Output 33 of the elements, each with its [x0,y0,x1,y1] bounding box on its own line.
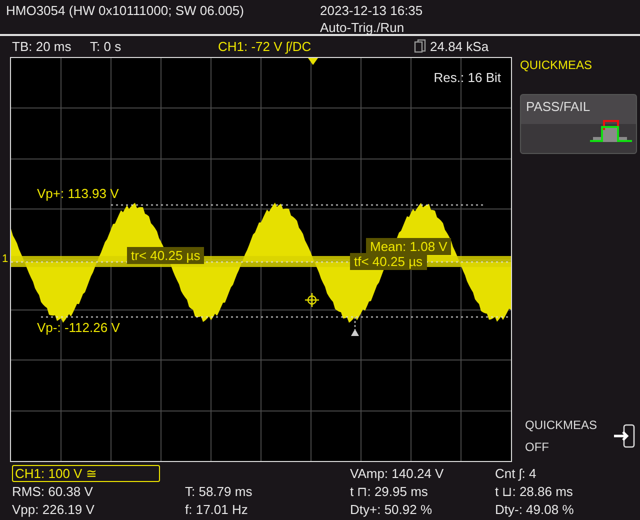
device-model: HMO3054 (HW 0x10111000; SW 06.005) [6,3,245,20]
trigger-time: T: 0 s [90,38,122,54]
measurement-value: t ⊓: 29.95 ms [350,484,429,498]
exit-icon [613,424,635,448]
trigger-position-icon [308,58,318,65]
peak-positive-label: Vp+: 113.93 V [37,186,119,201]
channel-scale: CH1: 100 V ≅ [12,464,160,482]
cursor-marker-icon [351,329,359,336]
sample-rate: 24.84 kSa [430,38,489,54]
resolution-label: Res.: 16 Bit [434,70,501,85]
date-time: 2023-12-13 16:35 [320,3,423,18]
measurement-value: Cnt ʃ: 4 [495,466,538,480]
mean-label: Mean: 1.08 V [366,238,452,255]
trigger-mode: Auto-Trig./Run [320,20,406,35]
peak-negative-label: Vp-: -112.26 V [37,320,120,335]
menu-title: QUICKMEAS [520,58,594,72]
measurement-value: Dty-: 49.08 % [495,502,575,516]
quickmeas-off-softkey[interactable]: QUICKMEAS OFF [520,418,638,454]
measurement-value: Dty+: 50.92 % [350,502,434,516]
measurement-value: Vpp: 226.19 V [12,502,96,516]
fall-time-label: tf< 40.25 µs [350,253,427,270]
timebase: TB: 20 ms [12,38,72,54]
pass-fail-softkey[interactable]: PASS/FAIL [520,94,637,154]
measurement-value: RMS: 60.38 V [12,484,94,498]
channel-setting: CH1: -72 V ʃ/DC [218,38,312,54]
measurement-value: t ⊔: 28.86 ms [495,484,574,498]
rise-time-label: tr< 40.25 µs [127,247,204,264]
measurement-value: f: 17.01 Hz [185,502,249,516]
measurement-value: T: 58.79 ms [185,484,254,498]
channel-marker: 1 [2,253,8,265]
crosshair-icon [305,293,319,307]
stacked-pages-icon [414,39,426,53]
measurement-value: VAmp: 140.24 V [350,466,445,480]
